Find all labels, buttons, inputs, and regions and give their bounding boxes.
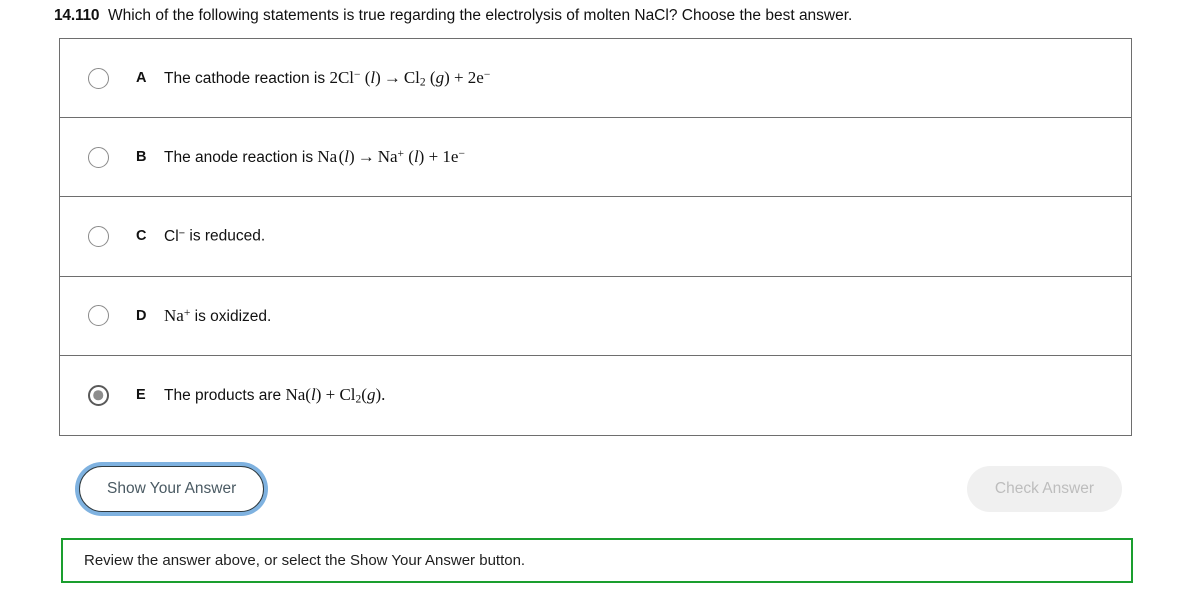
option-row-b[interactable]: B The anode reaction is Na (l) → Na+ (l) +… <box>60 118 1131 198</box>
option-letter-a: A <box>136 70 147 87</box>
option-letter-c: C <box>136 228 147 245</box>
answer-options-card: A The cathode reaction is 2Cl− (l) → Cl2 (… <box>59 38 1132 436</box>
exercise-page: 14.110 Which of the following statements… <box>0 0 1200 589</box>
question-prompt: 14.110 Which of the following statements… <box>54 5 1144 27</box>
option-text-e: The products are Na(l) + Cl2(g). <box>164 385 386 406</box>
option-letter-d: D <box>136 307 147 324</box>
show-your-answer-button[interactable]: Show Your Answer <box>79 466 265 512</box>
radio-cell-b[interactable] <box>60 146 136 168</box>
radio-button-e[interactable] <box>87 384 109 406</box>
action-button-row: Show Your Answer Check Answer <box>59 462 1132 520</box>
radio-button-b[interactable] <box>87 146 109 168</box>
radio-cell-d[interactable] <box>60 305 136 327</box>
check-answer-button[interactable]: Check Answer <box>966 466 1122 512</box>
radio-cell-e[interactable] <box>60 384 136 406</box>
radio-button-c[interactable] <box>87 225 109 247</box>
radio-cell-a[interactable] <box>60 67 136 89</box>
option-letter-e: E <box>136 387 146 404</box>
option-row-e[interactable]: E The products are Na(l) + Cl2(g). <box>60 355 1131 435</box>
option-text-b: The anode reaction is Na (l) → Na+ (l) + 1… <box>164 147 465 167</box>
option-text-a: The cathode reaction is 2Cl− (l) → Cl2 (g)… <box>164 67 491 89</box>
option-row-a[interactable]: A The cathode reaction is 2Cl− (l) → Cl2 (… <box>60 39 1131 119</box>
option-text-d: Na+ is oxidized. <box>164 305 272 325</box>
radio-button-a[interactable] <box>87 67 109 89</box>
option-letter-b: B <box>136 149 147 166</box>
status-message-bar: Review the answer above, or select the S… <box>61 538 1133 583</box>
question-text: Which of the following statements is tru… <box>107 7 853 24</box>
radio-button-d[interactable] <box>87 305 109 327</box>
question-number: 14.110 <box>54 7 100 24</box>
option-row-c[interactable]: C Cl− is reduced. <box>60 197 1131 277</box>
option-text-c: Cl− is reduced. <box>164 227 266 245</box>
status-message-text: Review the answer above, or select the S… <box>84 552 526 569</box>
option-row-d[interactable]: D Na+ is oxidized. <box>60 276 1131 356</box>
radio-cell-c[interactable] <box>60 225 136 247</box>
